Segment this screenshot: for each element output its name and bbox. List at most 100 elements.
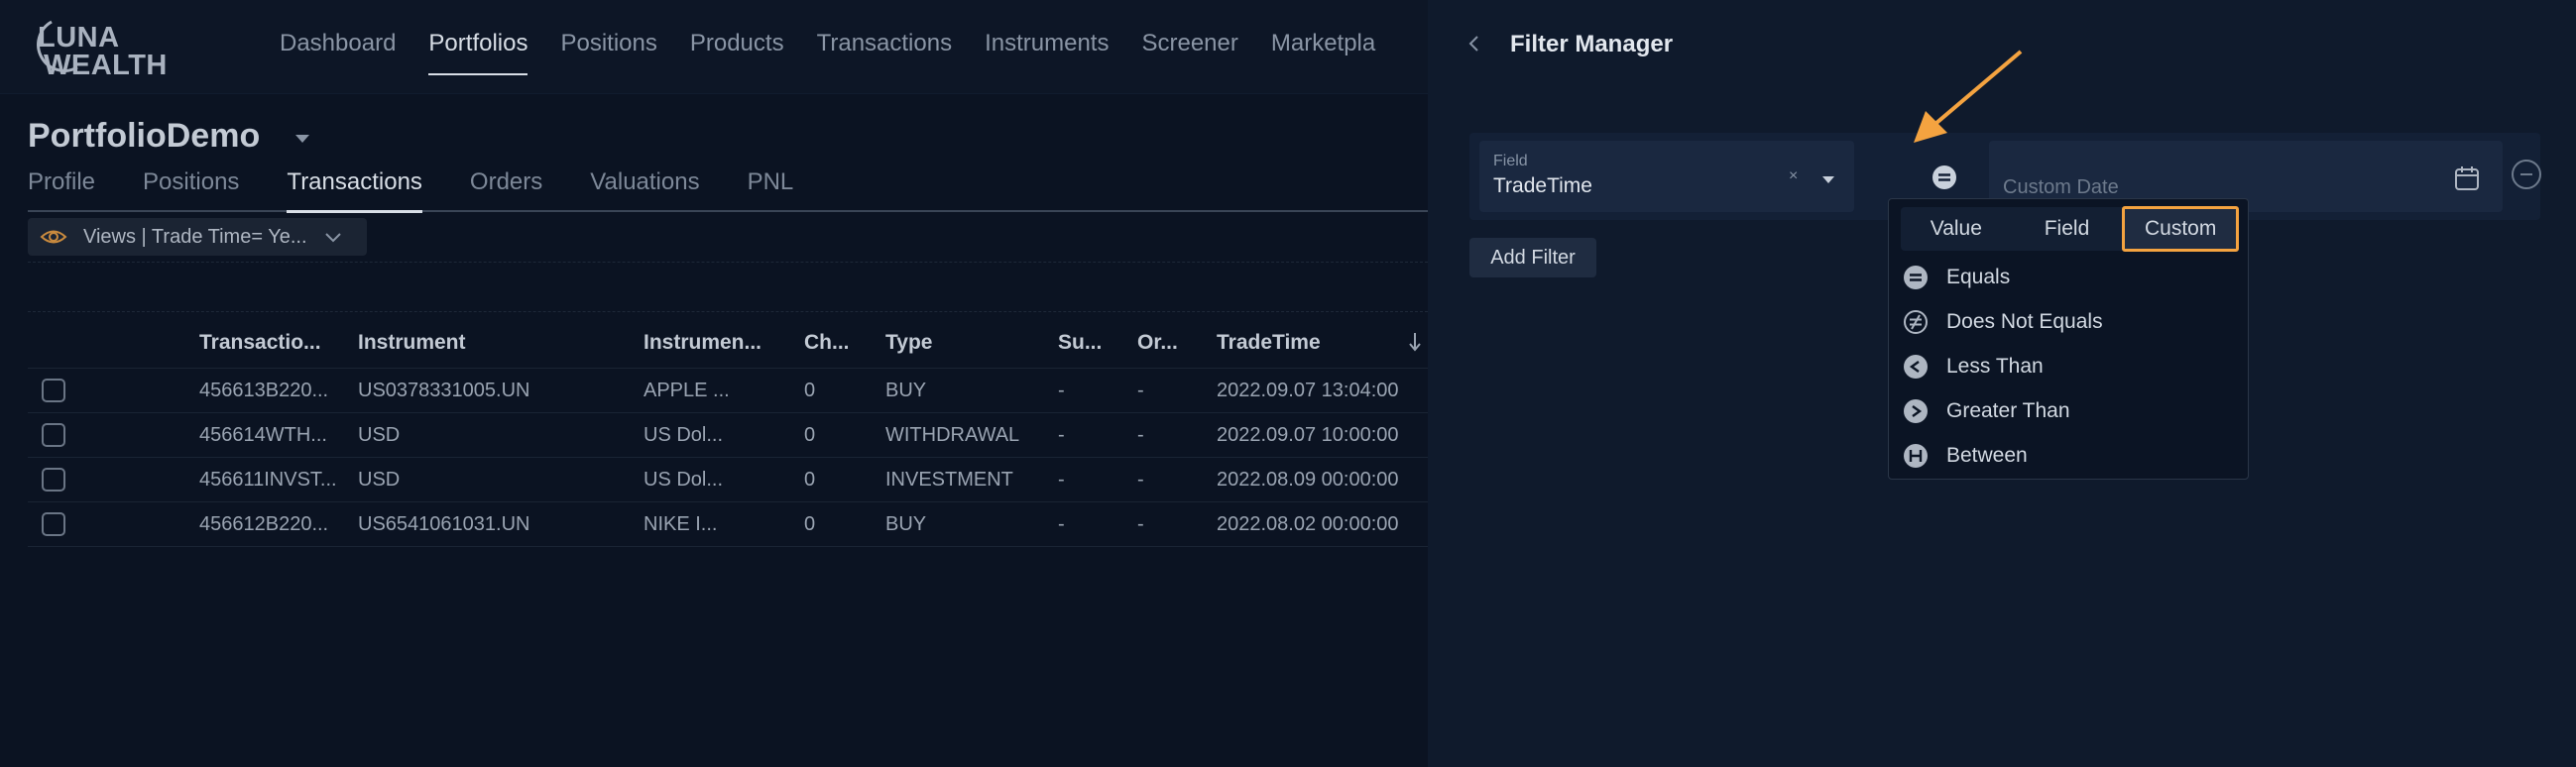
between-icon bbox=[1904, 444, 1928, 468]
segment-custom[interactable]: Custom bbox=[2122, 206, 2240, 252]
divider bbox=[28, 311, 1428, 312]
header-order[interactable]: Or... bbox=[1137, 331, 1217, 355]
option-label: Between bbox=[1946, 444, 2028, 467]
row-checkbox[interactable] bbox=[42, 379, 65, 402]
equals-operator-icon[interactable] bbox=[1932, 164, 1957, 190]
cell-transaction: 456614WTH... bbox=[199, 423, 327, 446]
add-filter-button[interactable]: Add Filter bbox=[1469, 238, 1596, 277]
operator-dropdown: Value Field Custom Equals Does Not Equal… bbox=[1888, 198, 2249, 480]
tab-valuations[interactable]: Valuations bbox=[590, 168, 699, 212]
cell-instrument-name: US Dol... bbox=[644, 468, 724, 491]
cell-instrument: USD bbox=[358, 468, 401, 491]
nav-dashboard[interactable]: Dashboard bbox=[280, 30, 396, 75]
option-equals[interactable]: Equals bbox=[1903, 263, 2010, 292]
row-checkbox[interactable] bbox=[42, 468, 65, 492]
tab-positions[interactable]: Positions bbox=[143, 168, 239, 212]
table-row[interactable]: 456614WTH... USD US Dol... 0 WITHDRAWAL … bbox=[28, 413, 1428, 458]
header-transaction[interactable]: Transactio... bbox=[199, 331, 358, 355]
views-selector[interactable]: Views | Trade Time= Ye... bbox=[28, 218, 367, 256]
nav-transactions[interactable]: Transactions bbox=[817, 30, 953, 75]
cell-instrument: USD bbox=[358, 423, 401, 446]
cell-order: - bbox=[1137, 423, 1144, 446]
header-type[interactable]: Type bbox=[885, 331, 1058, 355]
luna-wealth-logo[interactable]: LUNA WEALTH bbox=[28, 18, 167, 80]
nav-portfolios[interactable]: Portfolios bbox=[428, 30, 528, 75]
tab-pnl[interactable]: PNL bbox=[748, 168, 794, 212]
option-between[interactable]: Between bbox=[1903, 441, 2028, 471]
cell-sub: - bbox=[1058, 468, 1065, 491]
cell-change: 0 bbox=[804, 423, 816, 446]
greater-than-icon bbox=[1904, 399, 1928, 423]
clear-field-icon[interactable]: × bbox=[1789, 167, 1798, 185]
nav-instruments[interactable]: Instruments bbox=[985, 30, 1109, 75]
table-row[interactable]: 456613B220... US0378331005.UN APPLE ... … bbox=[28, 369, 1428, 413]
field-value: TradeTime bbox=[1493, 174, 1592, 197]
row-checkbox[interactable] bbox=[42, 512, 65, 536]
header-instrument-name[interactable]: Instrumen... bbox=[644, 331, 804, 355]
portfolio-selector[interactable]: PortfolioDemo bbox=[28, 117, 310, 156]
eye-icon bbox=[40, 230, 67, 244]
nav-screener[interactable]: Screener bbox=[1141, 30, 1237, 75]
cell-instrument: US6541061031.UN bbox=[358, 512, 530, 535]
header-tradetime[interactable]: TradeTime bbox=[1217, 331, 1425, 355]
cell-type: BUY bbox=[885, 379, 927, 401]
header-sub[interactable]: Su... bbox=[1058, 331, 1137, 355]
cell-transaction: 456611INVST... bbox=[199, 468, 337, 491]
cell-type: WITHDRAWAL bbox=[885, 423, 1020, 446]
cell-sub: - bbox=[1058, 423, 1065, 446]
chevron-down-icon bbox=[325, 233, 341, 243]
cell-type: INVESTMENT bbox=[885, 468, 1013, 491]
cell-instrument-name: APPLE ... bbox=[644, 379, 730, 401]
main-app: LUNA WEALTH Dashboard Portfolios Positio… bbox=[0, 0, 1428, 767]
tab-transactions[interactable]: Transactions bbox=[287, 168, 422, 213]
cell-transaction: 456612B220... bbox=[199, 512, 329, 535]
cell-change: 0 bbox=[804, 379, 816, 401]
custom-date-placeholder: Custom Date bbox=[2003, 176, 2119, 198]
cell-change: 0 bbox=[804, 512, 816, 535]
nav-positions[interactable]: Positions bbox=[560, 30, 656, 75]
cell-tradetime: 2022.08.09 00:00:00 bbox=[1217, 468, 1399, 491]
field-select[interactable]: Field TradeTime × bbox=[1479, 141, 1854, 212]
option-label: Greater Than bbox=[1946, 399, 2070, 422]
cell-instrument-name: US Dol... bbox=[644, 423, 724, 446]
cell-order: - bbox=[1137, 512, 1144, 535]
annotation-arrow-icon bbox=[1914, 50, 2023, 143]
nav-products[interactable]: Products bbox=[690, 30, 784, 75]
cell-transaction: 456613B220... bbox=[199, 379, 329, 401]
nav-marketplace[interactable]: Marketpla bbox=[1271, 30, 1375, 75]
segment-value[interactable]: Value bbox=[1901, 207, 2012, 251]
caret-down-icon[interactable] bbox=[295, 134, 310, 143]
table-row[interactable]: 456612B220... US6541061031.UN NIKE I... … bbox=[28, 502, 1428, 547]
cell-order: - bbox=[1137, 379, 1144, 401]
panel-title: Filter Manager bbox=[1510, 31, 1674, 57]
table-row[interactable]: 456611INVST... USD US Dol... 0 INVESTMEN… bbox=[28, 458, 1428, 502]
cell-tradetime: 2022.09.07 10:00:00 bbox=[1217, 423, 1399, 446]
sort-down-icon[interactable] bbox=[1408, 331, 1422, 353]
logo-text-luna: LUNA bbox=[38, 22, 120, 54]
tab-profile[interactable]: Profile bbox=[28, 168, 95, 212]
row-checkbox[interactable] bbox=[42, 423, 65, 447]
header-instrument[interactable]: Instrument bbox=[358, 331, 644, 355]
option-greater-than[interactable]: Greater Than bbox=[1903, 396, 2070, 426]
chevron-left-icon[interactable] bbox=[1465, 32, 1481, 55]
cell-sub: - bbox=[1058, 379, 1065, 401]
table-header: Transactio... Instrument Instrumen... Ch… bbox=[28, 317, 1428, 369]
cell-change: 0 bbox=[804, 468, 816, 491]
option-less-than[interactable]: Less Than bbox=[1903, 352, 2044, 382]
tab-orders[interactable]: Orders bbox=[470, 168, 542, 212]
option-does-not-equal[interactable]: Does Not Equals bbox=[1903, 307, 2103, 337]
header-change[interactable]: Ch... bbox=[804, 331, 885, 355]
operator-mode-toggle: Value Field Custom bbox=[1901, 206, 2240, 252]
option-label: Less Than bbox=[1946, 355, 2044, 378]
segment-field[interactable]: Field bbox=[2012, 207, 2123, 251]
calendar-icon[interactable] bbox=[2453, 164, 2481, 192]
remove-filter-icon[interactable] bbox=[2511, 159, 2542, 190]
transactions-table: Transactio... Instrument Instrumen... Ch… bbox=[28, 317, 1428, 547]
caret-down-icon[interactable] bbox=[1822, 176, 1834, 183]
cell-tradetime: 2022.08.02 00:00:00 bbox=[1217, 512, 1399, 535]
views-label: Views | Trade Time= Ye... bbox=[83, 225, 307, 248]
field-label: Field bbox=[1493, 153, 1528, 169]
option-label: Equals bbox=[1946, 266, 2011, 288]
main-nav: Dashboard Portfolios Positions Products … bbox=[280, 30, 1408, 75]
not-equals-icon bbox=[1904, 310, 1928, 334]
